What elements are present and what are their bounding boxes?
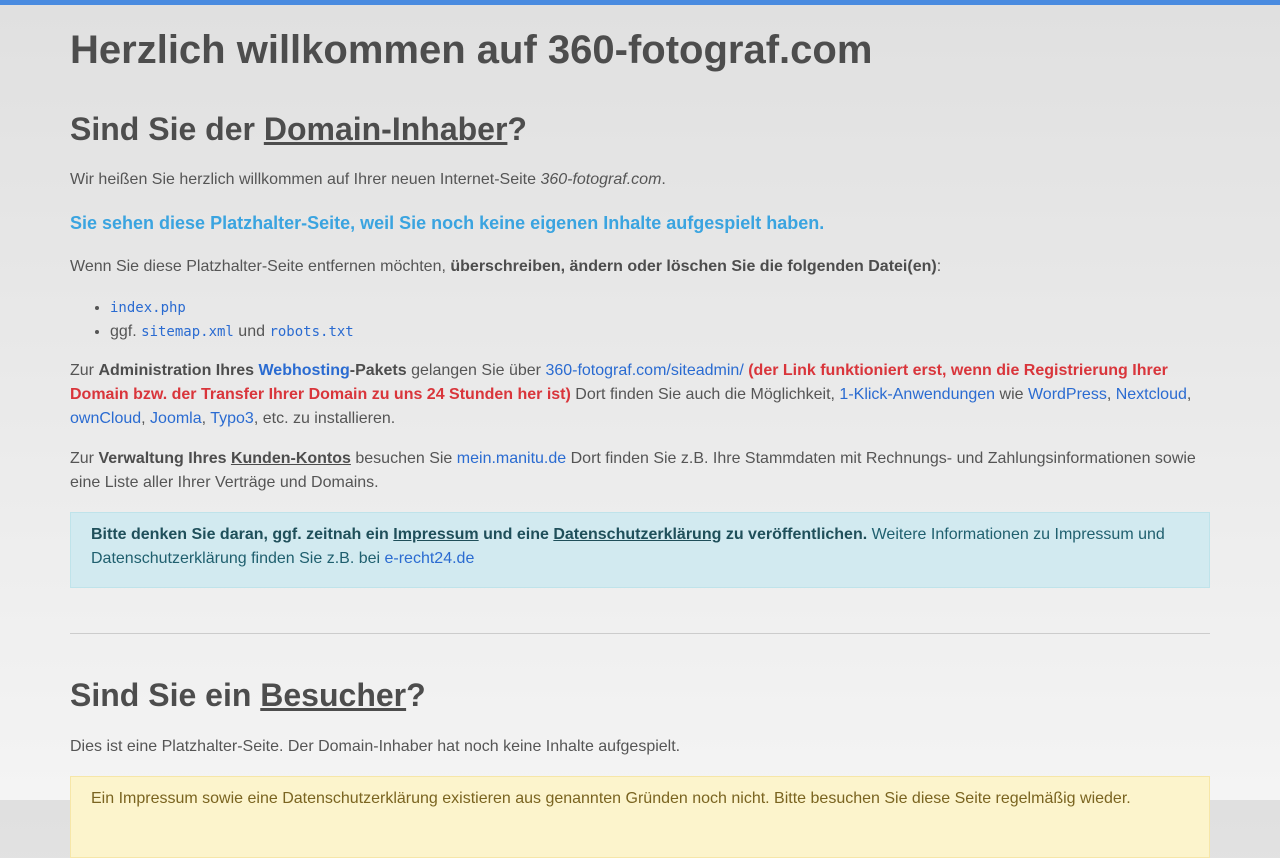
admin-paragraph: Zur Administration Ihres Webhosting-Pake… — [70, 362, 1192, 427]
section-divider — [70, 633, 1210, 634]
typo3-link[interactable]: Typo3 — [210, 410, 254, 427]
top-accent-bar — [0, 0, 1280, 5]
remove-text: Wenn Sie diese Platzhalter-Seite entfern… — [70, 258, 451, 275]
impressum-term: Impressum — [393, 526, 479, 543]
remove-paragraph: Wenn Sie diese Platzhalter-Seite entfern… — [70, 255, 1210, 279]
visitor-heading-suffix: ? — [406, 677, 426, 713]
one-click-apps-link[interactable]: 1-Klick-Anwendungen — [839, 386, 995, 403]
visitor-heading: Sind Sie ein Besucher? — [70, 677, 426, 714]
visitor-heading-prefix: Sind Sie ein — [70, 677, 261, 713]
file-robots-txt: robots.txt — [269, 324, 354, 340]
owner-heading: Sind Sie der Domain-Inhaber? — [70, 111, 527, 148]
warning-alert: Ein Impressum sowie eine Datenschutzerkl… — [70, 776, 1210, 858]
remove-bold: überschreiben, ändern oder löschen Sie d… — [450, 258, 937, 275]
admin-wie: wie — [995, 386, 1028, 403]
file-ggf: ggf. — [110, 323, 142, 340]
welcome-end: . — [661, 171, 666, 188]
info-b3: zu veröffentlichen. — [721, 526, 868, 543]
admin-pakets: -Pakets — [349, 362, 407, 379]
visitor-heading-term: Besucher — [260, 677, 407, 713]
admin-dort: Dort finden Sie auch die Möglichkeit, — [570, 386, 840, 403]
info-alert: Bitte denken Sie daran, ggf. zeitnah ein… — [70, 512, 1210, 588]
info-b1: Bitte denken Sie daran, ggf. zeitnah ein — [91, 526, 394, 543]
kunden-konto-term: Kunden-Kontos — [230, 450, 351, 467]
welcome-paragraph: Wir heißen Sie herzlich willkommen auf I… — [70, 168, 1210, 192]
file-sitemap-xml: sitemap.xml — [141, 324, 234, 340]
file-und: und — [233, 323, 270, 340]
siteadmin-link[interactable]: 360-fotograf.com/siteadmin/ — [545, 362, 743, 379]
admin-bold: Administration Ihres — [98, 362, 259, 379]
joomla-link[interactable]: Joomla — [150, 410, 202, 427]
admin-etc: , etc. zu installieren. — [253, 410, 396, 427]
wordpress-link[interactable]: WordPress — [1028, 386, 1107, 403]
page-title: Herzlich willkommen auf 360-fotograf.com — [70, 28, 873, 72]
info-b2: und eine — [478, 526, 554, 543]
welcome-domain: 360-fotograf.com — [540, 171, 662, 188]
owner-heading-prefix: Sind Sie der — [70, 111, 264, 147]
welcome-text: Wir heißen Sie herzlich willkommen auf I… — [70, 171, 541, 188]
file-index-php: index.php — [110, 300, 186, 316]
lead-text: Sie sehen diese Platzhalter-Seite, weil … — [70, 213, 825, 233]
list-item: index.php — [110, 296, 354, 320]
manitu-link[interactable]: mein.manitu.de — [457, 450, 566, 467]
file-list: index.php ggf. sitemap.xml und robots.tx… — [70, 296, 354, 344]
owner-heading-suffix: ? — [507, 111, 527, 147]
admin-gelangen: gelangen Sie über — [406, 362, 546, 379]
admin-zur: Zur — [70, 362, 99, 379]
webhosting-link[interactable]: Webhosting — [258, 362, 349, 379]
list-item: ggf. sitemap.xml und robots.txt — [110, 320, 354, 344]
nextcloud-link[interactable]: Nextcloud — [1116, 386, 1187, 403]
account-paragraph: Zur Verwaltung Ihres Kunden-Kontos besuc… — [70, 447, 1210, 495]
owner-heading-term: Domain-Inhaber — [263, 111, 508, 147]
remove-end: : — [936, 258, 942, 275]
account-besuchen: besuchen Sie — [350, 450, 457, 467]
account-bold: Verwaltung Ihres — [98, 450, 231, 467]
owncloud-link[interactable]: ownCloud — [70, 410, 141, 427]
datenschutz-term: Datenschutzerklärung — [553, 526, 722, 543]
visitor-text: Dies ist eine Platzhalter-Seite. Der Dom… — [70, 738, 681, 755]
account-zur: Zur — [70, 450, 99, 467]
erecht24-link[interactable]: e-recht24.de — [385, 550, 475, 567]
